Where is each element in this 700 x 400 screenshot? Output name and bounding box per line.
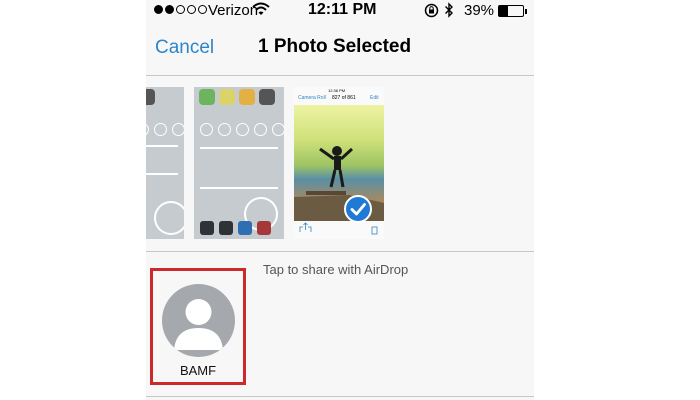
wifi-icon — [252, 2, 270, 21]
rotation-lock-icon — [424, 3, 439, 23]
mini-status-time: 12:36 PM — [328, 88, 346, 93]
signal-strength-icon — [154, 5, 207, 14]
cancel-button[interactable]: Cancel — [155, 37, 214, 59]
mini-edit-label: Edit — [370, 95, 379, 101]
mini-toolbar — [294, 221, 384, 239]
page-title: 1 Photo Selected — [258, 36, 412, 57]
battery-icon — [498, 5, 524, 17]
selected-checkmark-icon — [344, 195, 372, 223]
battery-percent: 39% — [464, 2, 495, 19]
contact-name: BAMF — [179, 363, 217, 378]
status-bar: Verizon 12:11 PM 39% — [146, 0, 534, 24]
control-center-screenshot — [194, 87, 284, 239]
battery-tip — [525, 9, 527, 14]
mini-nav-bar: 12:36 PM Camera Roll 827 of 861 Edit — [294, 87, 384, 105]
photo-thumbnail[interactable] — [194, 87, 284, 239]
share-sheet-screen: Verizon 12:11 PM 39% Cancel 1 Photo Sele… — [146, 0, 534, 400]
mini-back-label: Camera Roll — [298, 95, 326, 101]
airdrop-hint: Tap to share with AirDrop — [263, 262, 409, 277]
divider — [146, 396, 534, 397]
photo-strip: 12:36 PM Camera Roll 827 of 861 Edit — [146, 77, 534, 252]
mini-count-label: 827 of 861 — [332, 95, 356, 101]
bluetooth-icon — [444, 2, 454, 23]
person-avatar-icon — [162, 284, 235, 357]
control-center-screenshot — [146, 87, 184, 239]
photo-thumbnail-selected[interactable]: 12:36 PM Camera Roll 827 of 861 Edit — [294, 87, 384, 239]
airdrop-contact-bamf[interactable]: BAMF — [150, 268, 246, 385]
carrier-name: Verizon — [208, 2, 259, 19]
navigation-bar: Cancel 1 Photo Selected — [146, 24, 534, 76]
photo-thumbnail[interactable] — [146, 87, 184, 239]
status-time: 12:11 PM — [308, 1, 377, 18]
